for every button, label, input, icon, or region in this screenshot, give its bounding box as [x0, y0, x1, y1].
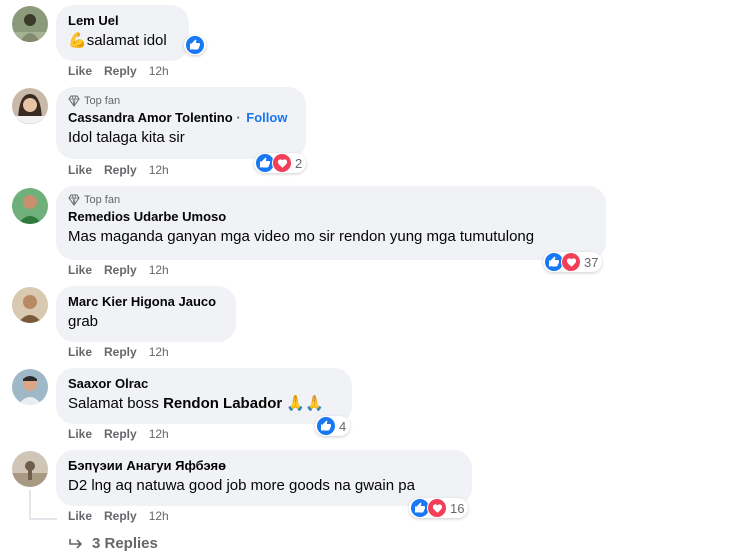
- like-button[interactable]: Like: [68, 263, 92, 277]
- avatar[interactable]: [12, 451, 48, 487]
- avatar[interactable]: [12, 369, 48, 405]
- like-button[interactable]: Like: [68, 509, 92, 523]
- love-reaction-icon: [561, 252, 581, 272]
- reply-thread-line: [29, 518, 57, 520]
- top-fan-badge: Top fan: [68, 95, 294, 107]
- commenter-name[interactable]: Бэпүэии Анагуи Яфбэяө: [68, 458, 460, 474]
- commenter-name[interactable]: Remedios Udarbe Umoso: [68, 209, 594, 225]
- reaction-summary[interactable]: 4: [315, 416, 351, 436]
- comment-bubble: Top fan Cassandra Amor Tolentino · Follo…: [56, 87, 306, 159]
- like-button[interactable]: Like: [68, 163, 92, 177]
- comment-text: grab: [68, 313, 99, 330]
- comment-actions: Like Reply 12h: [68, 427, 169, 441]
- timestamp[interactable]: 12h: [149, 64, 169, 78]
- flexed-biceps-emoji: 💪: [68, 32, 87, 49]
- reply-button[interactable]: Reply: [104, 163, 137, 177]
- comment-text-body: Salamat boss: [68, 395, 159, 412]
- avatar[interactable]: [12, 287, 48, 323]
- like-reaction-icon: [316, 416, 336, 436]
- love-reaction-icon: [427, 498, 447, 518]
- reply-button[interactable]: Reply: [104, 509, 137, 523]
- commenter-name[interactable]: Lem Uel: [68, 13, 177, 29]
- timestamp[interactable]: 12h: [149, 163, 169, 177]
- love-reaction-icon: [272, 153, 292, 173]
- reply-button[interactable]: Reply: [104, 263, 137, 277]
- reply-thread-line: [29, 490, 31, 520]
- commenter-name[interactable]: Marc Kier Higona Jauco: [68, 294, 224, 310]
- timestamp[interactable]: 12h: [149, 509, 169, 523]
- reaction-summary[interactable]: 2: [254, 153, 307, 173]
- commenter-name[interactable]: Cassandra Amor Tolentino: [68, 110, 233, 125]
- comment-text: 💪salamat idol: [68, 31, 177, 51]
- view-replies-link[interactable]: 3 Replies: [68, 535, 158, 552]
- mention-link[interactable]: Rendon Labador: [163, 395, 282, 412]
- reaction-summary[interactable]: 16: [409, 498, 469, 518]
- top-fan-label: Top fan: [84, 95, 121, 107]
- commenter-name-row: Cassandra Amor Tolentino · Follow: [68, 110, 288, 125]
- timestamp[interactable]: 12h: [149, 427, 169, 441]
- like-button[interactable]: Like: [68, 64, 92, 78]
- reaction-count: 16: [450, 500, 465, 516]
- comment-actions: Like Reply 12h: [68, 263, 169, 277]
- reply-button[interactable]: Reply: [104, 345, 137, 359]
- reply-button[interactable]: Reply: [104, 427, 137, 441]
- reaction-count: 37: [584, 254, 599, 270]
- timestamp[interactable]: 12h: [149, 263, 169, 277]
- top-fan-label: Top fan: [84, 194, 121, 206]
- comment-bubble: Marc Kier Higona Jauco grab: [56, 286, 236, 342]
- comment-text: Salamat boss Rendon Labador 🙏🙏: [68, 394, 340, 414]
- comment-bubble: Lem Uel 💪salamat idol: [56, 5, 189, 61]
- comment-bubble: Saaxor Olrac Salamat boss Rendon Labador…: [56, 368, 352, 424]
- like-button[interactable]: Like: [68, 427, 92, 441]
- avatar[interactable]: [12, 188, 48, 224]
- commenter-name[interactable]: Saaxor Olrac: [68, 376, 340, 392]
- reaction-summary[interactable]: 37: [543, 252, 603, 272]
- comment-text-body: salamat idol: [86, 32, 167, 49]
- like-button[interactable]: Like: [68, 345, 92, 359]
- comment-actions: Like Reply 12h: [68, 345, 169, 359]
- comment-text: Idol talaga kita sir: [68, 129, 185, 146]
- diamond-icon: [68, 95, 80, 107]
- comment-actions: Like Reply 12h: [68, 509, 169, 523]
- folded-hands-emoji: 🙏🙏: [286, 395, 324, 412]
- like-reaction-icon: [185, 35, 205, 55]
- reaction-summary[interactable]: [184, 35, 206, 55]
- comment-text: Mas maganda ganyan mga video mo sir rend…: [68, 228, 535, 245]
- comment-actions: Like Reply 12h: [68, 163, 169, 177]
- comment-text: D2 lng aq natuwa good job more goods na …: [68, 477, 415, 494]
- timestamp[interactable]: 12h: [149, 345, 169, 359]
- replies-count-label[interactable]: 3 Replies: [92, 535, 158, 552]
- avatar[interactable]: [12, 6, 48, 42]
- reaction-count: 2: [295, 155, 303, 171]
- comment-actions: Like Reply 12h: [68, 64, 169, 78]
- follow-button[interactable]: Follow: [246, 110, 287, 125]
- comment-bubble: Top fan Remedios Udarbe Umoso Mas magand…: [56, 186, 606, 260]
- reaction-count: 4: [339, 418, 347, 434]
- reply-button[interactable]: Reply: [104, 64, 137, 78]
- diamond-icon: [68, 194, 80, 206]
- comment-bubble: Бэпүэии Анагуи Яфбэяө D2 lng aq natuwa g…: [56, 450, 472, 506]
- top-fan-badge: Top fan: [68, 194, 594, 206]
- avatar[interactable]: [12, 88, 48, 124]
